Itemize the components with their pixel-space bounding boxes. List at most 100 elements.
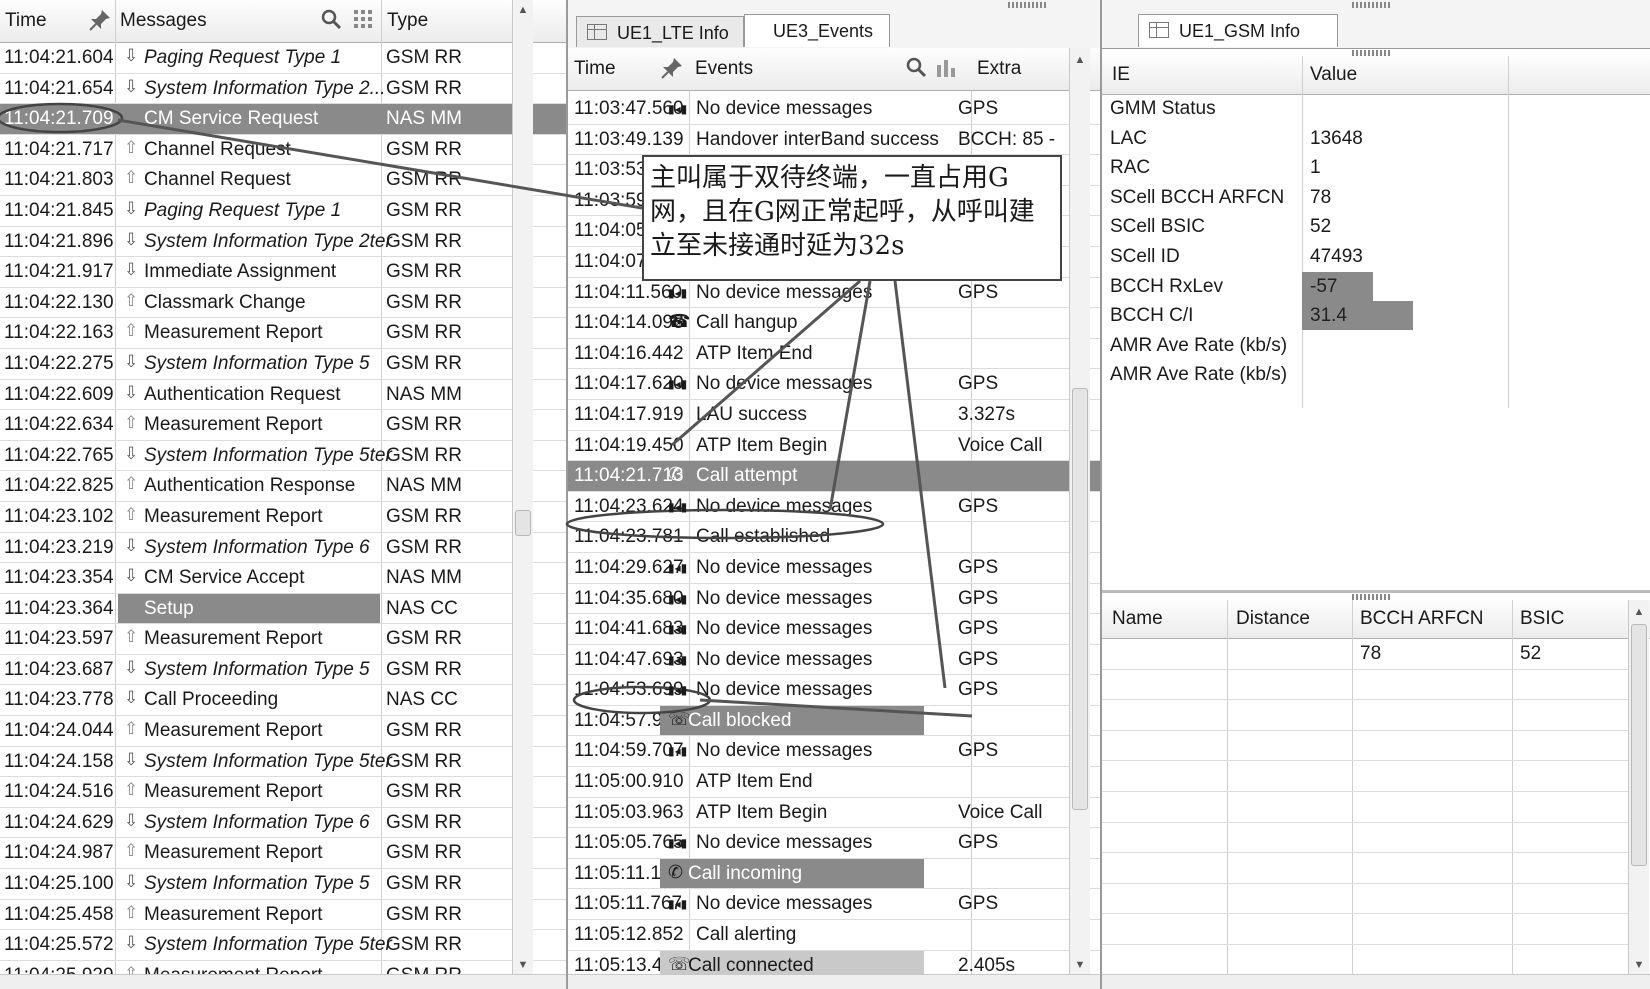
bar-filter-icon[interactable] bbox=[936, 57, 958, 83]
table-row[interactable]: 11:04:21.709 ⇧ CM Service Request NAS MM bbox=[0, 104, 566, 135]
table-row[interactable]: 11:04:25.572 ⇩ System Information Type 5te… bbox=[0, 930, 566, 961]
table-row[interactable]: 11:04:21.803 ⇧ Channel Request GSM RR bbox=[0, 165, 566, 196]
messages-scrollbar[interactable]: ▲ ▼ bbox=[512, 0, 533, 989]
table-row[interactable]: 11:04:24.629 ⇩ System Information Type 6 GS… bbox=[0, 808, 566, 839]
col-bcch-arfcn[interactable]: BCCH ARFCN bbox=[1360, 608, 1484, 630]
neighbor-scrollbar[interactable]: ▲ ▼ bbox=[1628, 600, 1649, 989]
neighbor-row[interactable] bbox=[1102, 823, 1628, 854]
table-row[interactable]: 11:04:25.458 ⇧ Measurement Report GSM RR bbox=[0, 900, 566, 931]
table-row[interactable]: 11:04:17.620 ▮◂▮ No device messages GPS bbox=[568, 369, 1100, 400]
ie-row[interactable]: BCCH RxLev -57 bbox=[1102, 271, 1650, 302]
table-row[interactable]: 11:04:59.707 ▮◂▮ No device messages GPS bbox=[568, 736, 1100, 768]
table-row[interactable]: 11:04:17.919 LAU success 3.327s bbox=[568, 400, 1100, 431]
table-row[interactable]: 11:03:49.139 Handover interBand success BC… bbox=[568, 125, 1100, 156]
search-icon[interactable] bbox=[905, 56, 927, 84]
table-row[interactable]: 11:05:11.113 ✆ Call incoming bbox=[568, 858, 1100, 890]
table-row[interactable]: 11:05:00.910 ATP Item End bbox=[568, 767, 1100, 798]
neighbor-row[interactable] bbox=[1102, 853, 1628, 884]
messages-hscrollbar[interactable] bbox=[0, 974, 566, 989]
neighbor-row[interactable] bbox=[1102, 731, 1628, 762]
table-row[interactable]: 11:04:11.560 ▮◂▮ No device messages GPS bbox=[568, 278, 1100, 309]
events-hscrollbar[interactable] bbox=[568, 974, 1100, 989]
neighbor-row[interactable] bbox=[1102, 884, 1628, 915]
table-row[interactable]: 11:04:24.987 ⇧ Measurement Report GSM RR bbox=[0, 838, 566, 870]
table-row[interactable]: 11:04:23.624 ▮◂▮ No device messages GPS bbox=[568, 492, 1100, 523]
table-row[interactable]: 11:04:24.516 ⇧ Measurement Report GSM RR bbox=[0, 777, 566, 808]
table-row[interactable]: 11:04:24.044 ⇧ Measurement Report GSM RR bbox=[0, 716, 566, 747]
table-row[interactable]: 11:04:23.102 ⇧ Measurement Report GSM RR bbox=[0, 502, 566, 533]
table-row[interactable]: 11:04:57.948 ☏ Call blocked bbox=[568, 705, 1100, 737]
neighbor-row[interactable] bbox=[1102, 914, 1628, 945]
table-row[interactable]: 11:05:03.963 ATP Item Begin Voice Call bbox=[568, 798, 1100, 829]
table-row[interactable]: 11:04:22.634 ⇧ Measurement Report GSM RR bbox=[0, 410, 566, 441]
table-row[interactable]: 11:04:21.604 ⇩ Paging Request Type 1 GSM RR bbox=[0, 43, 566, 74]
tab-ue3-events[interactable]: UE3_Events bbox=[744, 14, 890, 47]
neighbor-row[interactable] bbox=[1102, 761, 1628, 792]
pin-icon[interactable] bbox=[660, 56, 684, 86]
table-row[interactable]: 11:04:21.917 ⇩ Immediate Assignment GSM RR bbox=[0, 257, 566, 288]
table-row[interactable]: 11:04:21.845 ⇩ Paging Request Type 1 GSM RR bbox=[0, 196, 566, 227]
col-time[interactable]: Time bbox=[574, 58, 616, 80]
table-row[interactable]: 11:04:14.098 ☎ Call hangup bbox=[568, 308, 1100, 339]
ie-row[interactable]: RAC 1 bbox=[1102, 153, 1650, 183]
search-icon[interactable] bbox=[320, 8, 342, 36]
col-name[interactable]: Name bbox=[1112, 608, 1163, 630]
tab-ue1-lte-info[interactable]: UE1_LTE Info bbox=[576, 16, 744, 47]
table-row[interactable]: 11:05:12.852 Call alerting bbox=[568, 920, 1100, 951]
ie-row[interactable]: SCell BSIC 52 bbox=[1102, 212, 1650, 242]
ie-row[interactable]: GMM Status bbox=[1102, 94, 1650, 124]
table-row[interactable]: 11:03:47.560 ▮◂▮ No device messages GPS bbox=[568, 94, 1100, 125]
table-row[interactable]: 11:04:47.693 ▮◂▮ No device messages GPS bbox=[568, 645, 1100, 676]
table-row[interactable]: 11:04:21.717 ⇧ Channel Request GSM RR bbox=[0, 135, 566, 166]
table-row[interactable]: 11:04:23.219 ⇩ System Information Type 6 GS… bbox=[0, 533, 566, 564]
neighbor-row[interactable] bbox=[1102, 945, 1628, 976]
pin-icon[interactable] bbox=[88, 8, 112, 38]
table-row[interactable]: 11:04:23.354 ⇩ CM Service Accept NAS MM bbox=[0, 563, 566, 594]
table-row[interactable]: 11:04:22.609 ⇩ Authentication Request NAS M… bbox=[0, 380, 566, 411]
col-extra[interactable]: Extra bbox=[977, 58, 1021, 80]
neighbor-row[interactable] bbox=[1102, 700, 1628, 731]
table-row[interactable]: 11:04:24.158 ⇩ System Information Type 5te… bbox=[0, 747, 566, 778]
table-row[interactable]: 11:04:22.825 ⇧ Authentication Response NAS … bbox=[0, 471, 566, 502]
col-ie[interactable]: IE bbox=[1112, 64, 1130, 86]
ie-row[interactable]: AMR Ave Rate (kb/s) bbox=[1102, 331, 1650, 361]
table-row[interactable]: 11:04:16.442 ATP Item End bbox=[568, 339, 1100, 370]
table-row[interactable]: 11:05:11.767 ▮◂▮ No device messages GPS bbox=[568, 889, 1100, 921]
table-row[interactable]: 11:04:21.896 ⇩ System Information Type 2te… bbox=[0, 227, 566, 258]
col-distance[interactable]: Distance bbox=[1236, 608, 1310, 630]
neighbor-row[interactable] bbox=[1102, 792, 1628, 823]
table-row[interactable]: 11:04:23.781 Call established bbox=[568, 522, 1100, 553]
table-row[interactable]: 11:04:22.130 ⇧ Classmark Change GSM RR bbox=[0, 288, 566, 319]
table-row[interactable]: 11:04:22.275 ⇩ System Information Type 5 GS… bbox=[0, 349, 566, 380]
ie-row[interactable]: SCell BCCH ARFCN 78 bbox=[1102, 183, 1650, 213]
table-row[interactable]: 11:04:25.100 ⇩ System Information Type 5 GS… bbox=[0, 869, 566, 900]
col-events[interactable]: Events bbox=[695, 58, 753, 80]
table-row[interactable]: 11:04:21.654 ⇩ System Information Type 2..… bbox=[0, 74, 566, 105]
table-row[interactable]: 11:04:23.597 ⇧ Measurement Report GSM RR bbox=[0, 624, 566, 655]
table-row[interactable]: 11:04:23.778 ⇩ Call Proceeding NAS CC bbox=[0, 685, 566, 717]
table-row[interactable]: 11:05:05.765 ▮◂▮ No device messages GPS bbox=[568, 828, 1100, 859]
ie-row[interactable]: SCell ID 47493 bbox=[1102, 242, 1650, 272]
table-row[interactable]: 11:04:35.680 ▮◂▮ No device messages GPS bbox=[568, 584, 1100, 615]
table-row[interactable]: 11:04:21.713 ✆ Call attempt bbox=[568, 461, 1100, 492]
ie-row[interactable]: LAC 13648 bbox=[1102, 124, 1650, 154]
events-scrollbar[interactable]: ▲ ▼ bbox=[1069, 48, 1090, 989]
col-value[interactable]: Value bbox=[1310, 64, 1357, 86]
table-row[interactable]: 11:04:19.450 ATP Item Begin Voice Call bbox=[568, 431, 1100, 462]
filter-icon[interactable] bbox=[354, 10, 372, 34]
col-bsic[interactable]: BSIC bbox=[1520, 608, 1564, 630]
col-time[interactable]: Time bbox=[5, 10, 47, 32]
table-row[interactable]: 11:04:22.765 ⇩ System Information Type 5te… bbox=[0, 441, 566, 472]
table-row[interactable]: 11:04:23.687 ⇩ System Information Type 5 GS… bbox=[0, 655, 566, 686]
neighbor-row[interactable]: 78 52 bbox=[1102, 639, 1628, 670]
ie-row[interactable]: BCCH C/I 31.4 bbox=[1102, 301, 1650, 331]
col-type[interactable]: Type bbox=[387, 10, 428, 32]
table-row[interactable]: 11:04:29.627 ▮◂▮ No device messages GPS bbox=[568, 553, 1100, 584]
table-row[interactable]: 11:04:53.699 ▮◂▮ No device messages GPS bbox=[568, 675, 1100, 706]
tab-ue1-gsm-info[interactable]: UE1_GSM Info bbox=[1138, 14, 1338, 47]
table-row[interactable]: 11:04:23.364⇧SetupNAS CC bbox=[0, 593, 566, 625]
ie-row[interactable]: AMR Ave Rate (kb/s) bbox=[1102, 360, 1650, 390]
table-row[interactable]: 11:04:41.683 ▮◂▮ No device messages GPS bbox=[568, 614, 1100, 645]
table-row[interactable]: 11:04:22.163 ⇧ Measurement Report GSM RR bbox=[0, 318, 566, 349]
neighbor-row[interactable] bbox=[1102, 670, 1628, 701]
